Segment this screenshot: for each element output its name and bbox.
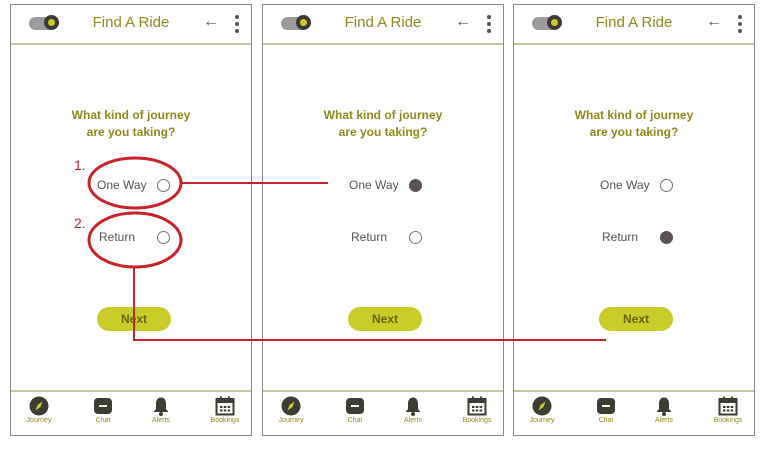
- nav-chat[interactable]: Chat: [79, 396, 127, 424]
- option-return[interactable]: Return: [349, 229, 449, 247]
- chat-icon: [597, 398, 615, 414]
- bottom-nav: Journey Chat Alerts Bookings: [11, 390, 251, 435]
- nav-alerts[interactable]: Alerts: [389, 396, 437, 424]
- more-vert-icon[interactable]: [738, 15, 742, 33]
- top-bar: Find A Ride ←: [263, 5, 503, 45]
- phone-screen-2: Find A Ride ← What kind of journey are yo…: [262, 4, 504, 436]
- back-arrow-icon[interactable]: ←: [455, 13, 471, 31]
- option-return[interactable]: Return: [97, 229, 197, 247]
- option-one-way[interactable]: One Way: [600, 177, 700, 195]
- nav-journey[interactable]: Journey: [518, 396, 566, 424]
- option-label: One Way: [600, 178, 650, 192]
- bell-icon: [153, 397, 169, 416]
- option-return[interactable]: Return: [600, 229, 700, 247]
- radio-button[interactable]: [660, 179, 673, 192]
- option-label: One Way: [97, 178, 147, 192]
- radio-button[interactable]: [157, 179, 170, 192]
- annotation-number-1: 1.: [74, 157, 86, 173]
- option-label: One Way: [349, 178, 399, 192]
- calendar-icon: [215, 396, 235, 416]
- bottom-nav: Journey Chat Alerts Bookings: [514, 390, 754, 435]
- calendar-icon: [718, 396, 738, 416]
- nav-chat[interactable]: Chat: [331, 396, 379, 424]
- compass-icon: [532, 396, 552, 416]
- option-label: Return: [351, 230, 388, 244]
- radio-button-selected[interactable]: [409, 179, 422, 192]
- top-bar: Find A Ride ←: [514, 5, 754, 45]
- question-text: What kind of journey are you taking?: [71, 108, 191, 139]
- nav-journey[interactable]: Journey: [15, 396, 63, 424]
- next-button[interactable]: Next: [348, 307, 422, 331]
- chat-icon: [346, 398, 364, 414]
- radio-button[interactable]: [157, 231, 170, 244]
- bell-icon: [405, 397, 421, 416]
- nav-bookings[interactable]: Bookings: [453, 396, 501, 424]
- next-button[interactable]: Next: [97, 307, 171, 331]
- question-text: What kind of journey are you taking?: [574, 108, 694, 139]
- back-arrow-icon[interactable]: ←: [203, 13, 219, 31]
- nav-alerts[interactable]: Alerts: [137, 396, 185, 424]
- compass-icon: [281, 396, 301, 416]
- nav-alerts[interactable]: Alerts: [640, 396, 688, 424]
- phone-screen-3: Find A Ride ← What kind of journey are yo…: [513, 4, 755, 436]
- annotation-number-2: 2.: [74, 215, 86, 231]
- bell-icon: [656, 397, 672, 416]
- option-one-way[interactable]: One Way: [349, 177, 449, 195]
- next-button[interactable]: Next: [599, 307, 673, 331]
- bottom-nav: Journey Chat Alerts Bookings: [263, 390, 503, 435]
- compass-icon: [29, 396, 49, 416]
- option-one-way[interactable]: One Way: [97, 177, 197, 195]
- back-arrow-icon[interactable]: ←: [706, 13, 722, 31]
- option-label: Return: [602, 230, 639, 244]
- nav-bookings[interactable]: Bookings: [201, 396, 249, 424]
- nav-journey[interactable]: Journey: [267, 396, 315, 424]
- radio-button[interactable]: [409, 231, 422, 244]
- calendar-icon: [467, 396, 487, 416]
- nav-bookings[interactable]: Bookings: [704, 396, 752, 424]
- top-bar: Find A Ride ←: [11, 5, 251, 45]
- option-label: Return: [99, 230, 136, 244]
- question-text: What kind of journey are you taking?: [323, 108, 443, 139]
- radio-button-selected[interactable]: [660, 231, 673, 244]
- chat-icon: [94, 398, 112, 414]
- more-vert-icon[interactable]: [487, 15, 491, 33]
- phone-screen-1: Find A Ride ← What kind of journey are yo…: [10, 4, 252, 436]
- more-vert-icon[interactable]: [235, 15, 239, 33]
- nav-chat[interactable]: Chat: [582, 396, 630, 424]
